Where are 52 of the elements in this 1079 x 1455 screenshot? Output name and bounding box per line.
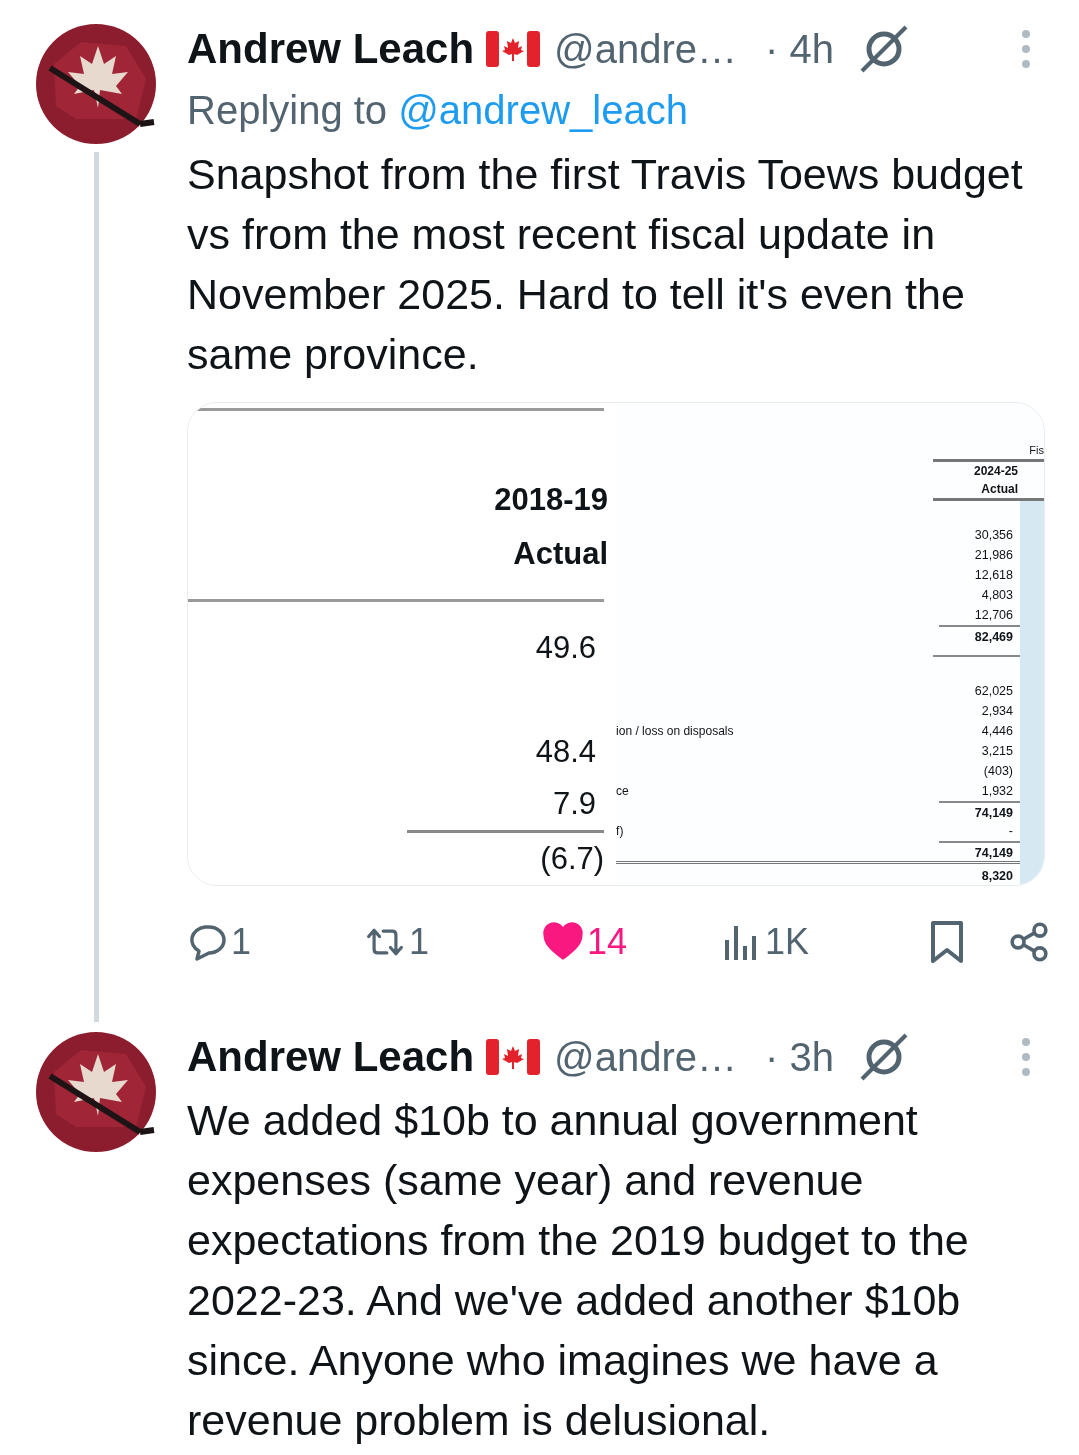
table-cell: 12,706 [974,608,1013,622]
table-cell: 30,356 [974,528,1013,542]
table-cell: 8,320 [981,869,1013,883]
table-cell: 62,025 [974,684,1013,698]
table-cell: 82,469 [974,630,1013,644]
row-label: ce [616,784,629,798]
tweet-text: Snapshot from the first Travis Toews budget vs from the most recent fiscal update in November 2025. Hard to tell it's even the same province. [187,149,1024,380]
user-handle[interactable]: @andre… [554,26,737,72]
flag-icon [486,31,541,67]
table-cell: 1,932 [981,784,1013,798]
table-cell: 12,618 [974,568,1013,582]
timestamp: · 4h [765,26,834,72]
user-handle[interactable]: @andre… [554,1034,737,1080]
reply-count: 1 [231,921,252,963]
table-title: Fis [1029,443,1044,458]
table-cell: 49.6 [535,630,597,665]
repost-button[interactable]: 1 [365,921,543,963]
row-label: ion / loss on disposals [616,724,734,738]
table-cell: 74,149 [974,846,1013,860]
author-name[interactable]: Andrew Leach [187,25,475,73]
table-cell: (6.7) [540,841,605,876]
like-count: 14 [587,921,628,963]
column-heading: 2024-25 [973,463,1018,480]
repost-count: 1 [409,921,430,963]
tweet-text: We added $10b to annual government expenses (same year) and revenue expectations from the 2019 budget to the 2022-23. And we've added another $10b since. Anyone who imagines we have a revenue problem is delusional. [187,1095,970,1446]
column-heading: Actual [981,481,1018,498]
reply-button[interactable]: 1 [187,921,365,963]
table-cell: 48.4 [535,734,597,769]
flag-icon [486,1039,541,1075]
table-cell: 2,934 [981,704,1013,718]
reply-context: Replying to @andrew_leach [187,87,689,134]
table-cell: - [1008,824,1013,838]
avatar[interactable] [36,24,156,144]
speech-bubble-icon [187,922,227,962]
table-cell: 3,215 [981,744,1013,758]
table-cell: 74,149 [974,806,1013,820]
like-button[interactable]: 14 [543,921,721,963]
table-cell: 4,446 [981,724,1013,738]
author-name[interactable]: Andrew Leach [187,1033,475,1081]
table-cell: (403) [983,764,1013,778]
share-icon[interactable] [1009,920,1049,964]
table-cell: 21,986 [974,548,1013,562]
table-cell: 4,803 [981,588,1013,602]
views-count: 1K [765,921,810,963]
table-cell: 7.9 [552,786,597,821]
document-screenshot[interactable]: Fis 2024-25 Actual 30,356 21,986 12,618 4,803 12,706 82,469 62,025 2,934 ion / loss on disposals 4,446 3,215 (403) ce 1,932 74,149 f) - 74,149 8,320 [616,403,1044,885]
document-screenshot[interactable]: 2018-19 Actual 49.6 48.4 7.9 (6.7) [188,403,605,885]
views-button[interactable]: 1K [721,921,899,963]
row-label: f) [616,824,624,838]
heart-icon [543,922,583,962]
timestamp: · 3h [765,1034,834,1080]
avatar[interactable] [36,1032,156,1152]
